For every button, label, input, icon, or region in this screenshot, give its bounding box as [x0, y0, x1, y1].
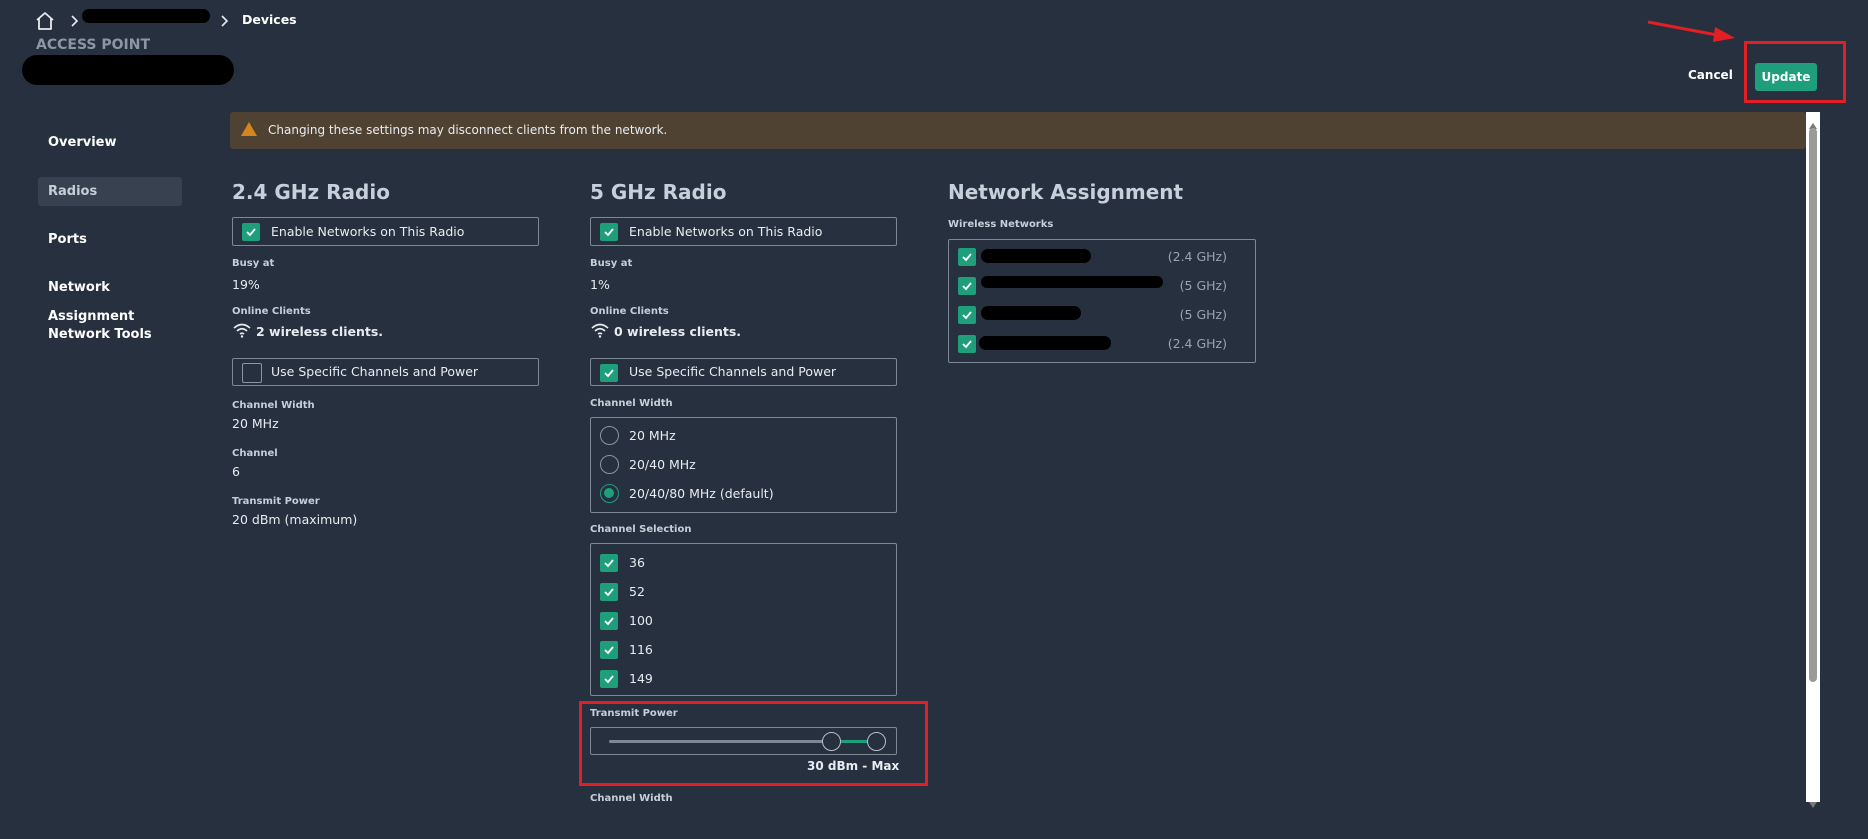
radio-5-title: 5 GHz Radio [590, 180, 727, 204]
radio-option-label[interactable]: 20/40/80 MHz (default) [629, 486, 774, 501]
channel-option-label: 149 [629, 671, 653, 686]
channel-selection-list: 36 52 100 116 149 [590, 543, 897, 696]
checkbox-label: Use Specific Channels and Power [629, 364, 837, 379]
busy-label: Busy at [590, 258, 633, 269]
breadcrumb-current: Devices [242, 12, 297, 27]
channel-label: Channel [232, 448, 278, 459]
chevron-right-icon [220, 13, 230, 32]
wifi-icon [232, 322, 252, 342]
wifi-icon [590, 322, 610, 342]
radio-button-selected[interactable] [600, 484, 619, 503]
transmit-power-slider[interactable] [590, 727, 897, 755]
home-icon[interactable] [34, 10, 56, 36]
checkbox-label: Use Specific Channels and Power [271, 364, 479, 379]
busy-value: 19% [232, 277, 260, 292]
channel-option-label: 116 [629, 642, 653, 657]
online-clients-label: Online Clients [232, 306, 311, 317]
checkbox-checked-icon [242, 223, 260, 241]
online-clients-value: 0 wireless clients. [614, 324, 742, 339]
network-band: (5 GHz) [1179, 307, 1227, 322]
warning-icon [240, 120, 258, 142]
channel-option-label: 36 [629, 555, 645, 570]
radio-5-specific-checkbox[interactable]: Use Specific Channels and Power [590, 358, 897, 386]
checkbox-label: Enable Networks on This Radio [271, 224, 465, 239]
sidebar-item-overview[interactable]: Overview [38, 128, 182, 157]
channel-option-label: 100 [629, 613, 653, 628]
warning-text: Changing these settings may disconnect c… [268, 123, 668, 137]
network-band: (5 GHz) [1179, 278, 1227, 293]
checkbox-checked-icon[interactable] [958, 306, 976, 324]
channel-width-radio-group: 20 MHz 20/40 MHz 20/40/80 MHz (default) [590, 417, 897, 513]
network-assignment-title: Network Assignment [948, 180, 1184, 204]
channel-value: 6 [232, 464, 240, 479]
slider-track [609, 740, 831, 743]
slider-handle-min[interactable] [822, 732, 841, 751]
checkbox-checked-icon[interactable] [600, 583, 618, 601]
channel-selection-label: Channel Selection [590, 524, 692, 535]
checkbox-checked-icon[interactable] [958, 248, 976, 266]
sidebar-item-ports[interactable]: Ports [38, 225, 182, 254]
transmit-power-label: Transmit Power [590, 708, 678, 719]
update-highlight-annotation [1744, 41, 1846, 103]
radio-5-enable-checkbox[interactable]: Enable Networks on This Radio [590, 217, 897, 246]
online-clients-label: Online Clients [590, 306, 669, 317]
device-type-label: ACCESS POINT [36, 37, 150, 53]
radio-24-enable-checkbox[interactable]: Enable Networks on This Radio [232, 217, 539, 246]
redacted-network-name [981, 249, 1091, 263]
radio-button[interactable] [600, 455, 619, 474]
network-band: (2.4 GHz) [1167, 336, 1227, 351]
channel-width-label-2: Channel Width [590, 793, 673, 804]
redacted-network-name [981, 276, 1163, 288]
sidebar-item-network-tools[interactable]: Network Tools [38, 320, 182, 349]
radio-24-title: 2.4 GHz Radio [232, 180, 390, 204]
chevron-right-icon [70, 13, 80, 32]
scroll-down-arrow-icon[interactable] [1809, 793, 1817, 812]
radio-button[interactable] [600, 426, 619, 445]
checkbox-checked-icon [600, 223, 618, 241]
redacted-site-name[interactable] [82, 9, 210, 23]
slider-handle-max[interactable] [867, 732, 886, 751]
sidebar-item-network-assignment[interactable]: Network Assignment [38, 273, 182, 324]
breadcrumb: Devices [34, 8, 334, 32]
busy-label: Busy at [232, 258, 275, 269]
wireless-networks-label: Wireless Networks [948, 219, 1054, 230]
online-clients-value: 2 wireless clients. [256, 324, 384, 339]
transmit-power-label: Transmit Power [232, 496, 320, 507]
checkbox-checked-icon[interactable] [600, 612, 618, 630]
channel-width-value: 20 MHz [232, 416, 279, 431]
radio-24-specific-checkbox[interactable]: Use Specific Channels and Power [232, 358, 539, 386]
network-band: (2.4 GHz) [1167, 249, 1227, 264]
busy-value: 1% [590, 277, 610, 292]
checkbox-checked-icon[interactable] [600, 641, 618, 659]
redacted-network-name [981, 306, 1081, 320]
checkbox-label: Enable Networks on This Radio [629, 224, 823, 239]
radio-option-label[interactable]: 20/40 MHz [629, 457, 696, 472]
checkbox-checked-icon[interactable] [958, 277, 976, 295]
checkbox-checked-icon[interactable] [958, 335, 976, 353]
scrollbar-thumb[interactable] [1809, 128, 1817, 682]
checkbox-unchecked-icon [242, 363, 262, 383]
checkbox-checked-icon[interactable] [600, 554, 618, 572]
channel-option-label: 52 [629, 584, 645, 599]
wireless-networks-list: (2.4 GHz) (5 GHz) (5 GHz) (2.4 GHz) [948, 239, 1256, 363]
scrollbar[interactable] [1806, 112, 1820, 808]
warning-banner: Changing these settings may disconnect c… [230, 112, 1806, 149]
cancel-button[interactable]: Cancel [1688, 68, 1733, 82]
checkbox-checked-icon[interactable] [600, 670, 618, 688]
channel-width-label: Channel Width [590, 398, 673, 409]
channel-width-label: Channel Width [232, 400, 315, 411]
transmit-power-value: 20 dBm (maximum) [232, 512, 358, 527]
checkbox-checked-icon [600, 364, 618, 382]
radio-option-label[interactable]: 20 MHz [629, 428, 676, 443]
transmit-power-value: 30 dBm - Max [807, 759, 900, 773]
redacted-device-name [22, 55, 234, 85]
sidebar-item-radios[interactable]: Radios [38, 177, 182, 206]
redacted-network-name [979, 336, 1111, 350]
red-arrow-annotation [1647, 20, 1735, 42]
